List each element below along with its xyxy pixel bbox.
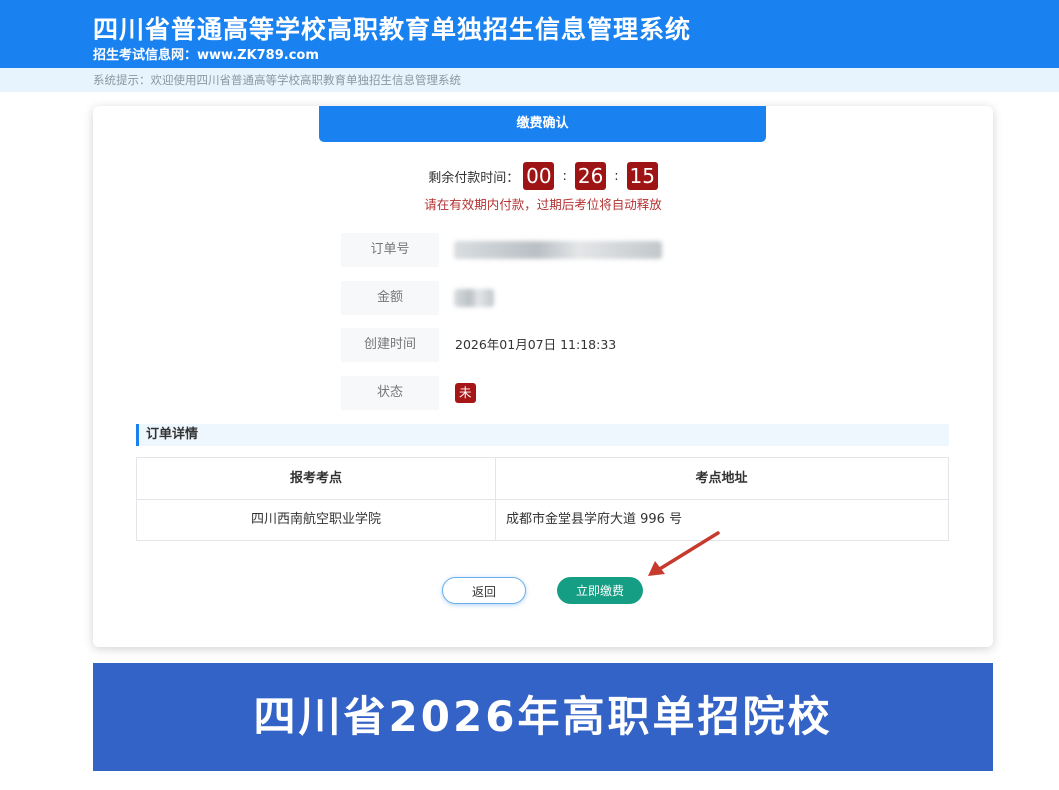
promo-banner: 四川省2026年高职单招院校 xyxy=(93,663,993,771)
status-badge: 未缴费 xyxy=(455,383,476,440)
table-header-site-address: 考点地址 xyxy=(695,471,748,486)
timer-separator: : xyxy=(562,168,567,184)
pointer-arrow-icon xyxy=(648,531,720,576)
timer-seconds: 15 xyxy=(626,162,658,190)
notice-bar: 系统提示：欢迎使用四川省普通高等学校高职教育单独招生信息管理系统 xyxy=(0,68,1059,92)
timer-label: 剩余付款时间： xyxy=(428,170,520,186)
back-button[interactable]: 返回 xyxy=(442,577,526,604)
timer-hours: 00 xyxy=(523,162,555,190)
system-title: 四川省普通高等学校高职教育单独招生信息管理系统 xyxy=(93,15,692,44)
amount-redacted xyxy=(454,289,494,307)
payment-timer: 剩余付款时间： 00 : 26 : 15 xyxy=(93,162,993,190)
table-cell-exam-site: 四川西南航空职业学院 xyxy=(250,512,381,527)
timer-tip: 请在有效期内付款，过期后考位将自动释放 xyxy=(424,197,662,212)
payment-confirm-card: 缴费确认 剩余付款时间： 00 : 26 : 15 请在有效期内付款，过期后考位… xyxy=(93,106,993,647)
order-number-redacted xyxy=(454,241,662,259)
timer-separator: : xyxy=(614,168,619,184)
order-detail-table: 报考考点 考点地址 四川西南航空职业学院 成都市金堂县学府大道 996 号 xyxy=(136,457,949,541)
created-time-label: 创建时间 xyxy=(341,328,439,362)
created-time-value: 2026年01月07日 11:18:33 xyxy=(455,337,617,352)
system-notice: 系统提示：欢迎使用四川省普通高等学校高职教育单独招生信息管理系统 xyxy=(93,73,461,87)
status-label: 状态 xyxy=(341,376,439,410)
amount-label: 金额 xyxy=(341,281,439,315)
timer-minutes: 26 xyxy=(575,162,607,190)
order-number-label: 订单号 xyxy=(341,233,439,267)
site-subtitle: 招生考试信息网：www.ZK789.com xyxy=(93,48,319,63)
table-header-exam-site: 报考考点 xyxy=(289,471,342,486)
card-title-tab: 缴费确认 xyxy=(319,106,766,142)
pay-now-button[interactable]: 立即缴费 xyxy=(557,577,643,604)
top-header: 四川省普通高等学校高职教育单独招生信息管理系统 招生考试信息网：www.ZK78… xyxy=(0,0,1059,68)
order-detail-title: 订单详情 xyxy=(136,424,949,446)
